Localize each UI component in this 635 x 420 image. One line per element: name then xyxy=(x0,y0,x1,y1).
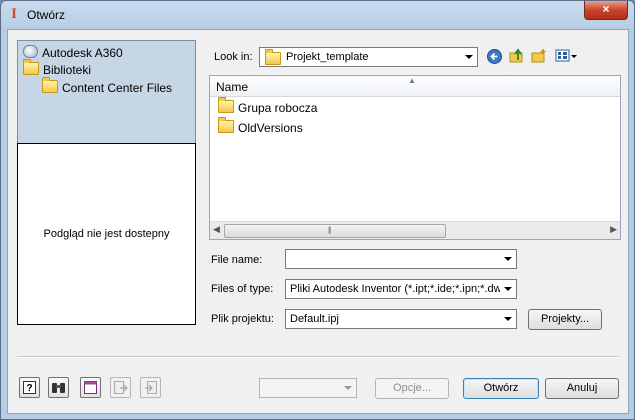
look-in-dropdown[interactable]: Projekt_template xyxy=(259,47,478,67)
find-binoculars-icon xyxy=(52,383,65,393)
scroll-right-icon[interactable]: ▶ xyxy=(610,224,617,235)
window-title: Otwórz xyxy=(27,8,66,22)
help-button[interactable]: ? xyxy=(19,377,40,398)
scroll-thumb[interactable]: ||| xyxy=(224,224,446,238)
file-name-input[interactable] xyxy=(285,249,517,269)
export-icon xyxy=(113,381,128,394)
cancel-button[interactable]: Anuluj xyxy=(545,378,619,399)
files-of-type-dropdown[interactable]: Pliki Autodesk Inventor (*.ipt;*.ide;*.i… xyxy=(285,279,517,299)
close-button[interactable]: × xyxy=(584,1,628,20)
files-of-type-value: Pliki Autodesk Inventor (*.ipt;*.ide;*.i… xyxy=(290,283,500,295)
svg-text:?: ? xyxy=(26,383,32,394)
project-file-dropdown[interactable]: Default.ipj xyxy=(285,309,517,329)
dialog-window: I Otwórz × Autodesk A360 Biblioteki Cont… xyxy=(0,0,635,420)
back-button[interactable] xyxy=(485,47,503,65)
export-button[interactable] xyxy=(110,377,131,398)
chevron-down-icon xyxy=(504,287,512,291)
up-folder-icon xyxy=(509,48,523,63)
chevron-down-icon xyxy=(504,317,512,321)
place-label: Biblioteki xyxy=(43,63,92,77)
horizontal-scrollbar[interactable]: ◀ ||| ▶ xyxy=(210,221,620,239)
preview-pane: Podgląd nie jest dostepny xyxy=(17,143,196,325)
folder-icon xyxy=(42,77,58,93)
chevron-down-icon xyxy=(344,386,352,390)
preview-toggle-button[interactable] xyxy=(80,377,101,398)
view-menu-button[interactable] xyxy=(555,47,579,65)
column-name-header[interactable]: Name xyxy=(216,80,248,94)
list-item-label: OldVersions xyxy=(238,121,303,135)
import-button[interactable] xyxy=(140,377,161,398)
separator xyxy=(17,356,619,358)
title-bar[interactable]: I Otwórz × xyxy=(1,1,634,29)
projects-button[interactable]: Projekty... xyxy=(528,309,602,330)
open-options-dropdown[interactable] xyxy=(259,378,357,398)
project-file-label: Plik projektu: xyxy=(211,313,274,325)
folder-icon xyxy=(218,97,234,113)
open-button[interactable]: Otwórz xyxy=(463,378,539,399)
look-in-label: Look in: xyxy=(214,51,253,63)
preview-unavailable-text: Podgląd nie jest dostepny xyxy=(43,228,170,240)
up-folder-button[interactable] xyxy=(508,47,526,65)
place-biblioteki[interactable]: Biblioteki xyxy=(23,59,92,78)
view-menu-icon xyxy=(555,49,577,62)
inventor-app-icon: I xyxy=(11,6,17,22)
list-header[interactable]: ▲ Name xyxy=(210,76,620,97)
import-icon xyxy=(144,381,157,394)
places-panel: Autodesk A360 Biblioteki Content Center … xyxy=(17,40,196,159)
preview-pane-icon xyxy=(84,381,97,394)
folder-icon xyxy=(23,59,39,75)
list-item[interactable]: Grupa robocza xyxy=(218,97,318,117)
place-label: Content Center Files xyxy=(62,81,173,95)
files-of-type-label: Files of type: xyxy=(211,283,274,295)
place-label: Autodesk A360 xyxy=(42,46,123,60)
look-in-value: Projekt_template xyxy=(286,51,369,63)
scroll-left-icon[interactable]: ◀ xyxy=(213,224,220,235)
file-list[interactable]: ▲ Name Grupa robocza OldVersions ◀ ||| ▶ xyxy=(209,75,621,240)
sort-ascending-icon: ▲ xyxy=(408,76,416,85)
project-file-value: Default.ipj xyxy=(290,313,339,325)
chevron-down-icon xyxy=(504,257,512,261)
dialog-body: Autodesk A360 Biblioteki Content Center … xyxy=(7,29,629,414)
list-item-label: Grupa robocza xyxy=(238,101,318,115)
place-content-center-files[interactable]: Content Center Files xyxy=(42,77,173,96)
grip-icon: ||| xyxy=(328,227,332,234)
folder-icon xyxy=(218,117,234,133)
help-icon: ? xyxy=(23,381,36,394)
file-name-label: File name: xyxy=(211,254,263,266)
options-button[interactable]: Opcje... xyxy=(375,378,449,399)
find-button[interactable] xyxy=(48,377,69,398)
place-autodesk-a360[interactable]: Autodesk A360 xyxy=(23,45,123,61)
cloud-icon xyxy=(23,45,38,58)
list-item[interactable]: OldVersions xyxy=(218,117,303,137)
new-folder-button[interactable] xyxy=(530,47,548,65)
back-icon xyxy=(486,48,502,64)
folder-icon xyxy=(265,49,281,65)
chevron-down-icon xyxy=(465,55,473,59)
new-folder-icon xyxy=(531,49,546,63)
